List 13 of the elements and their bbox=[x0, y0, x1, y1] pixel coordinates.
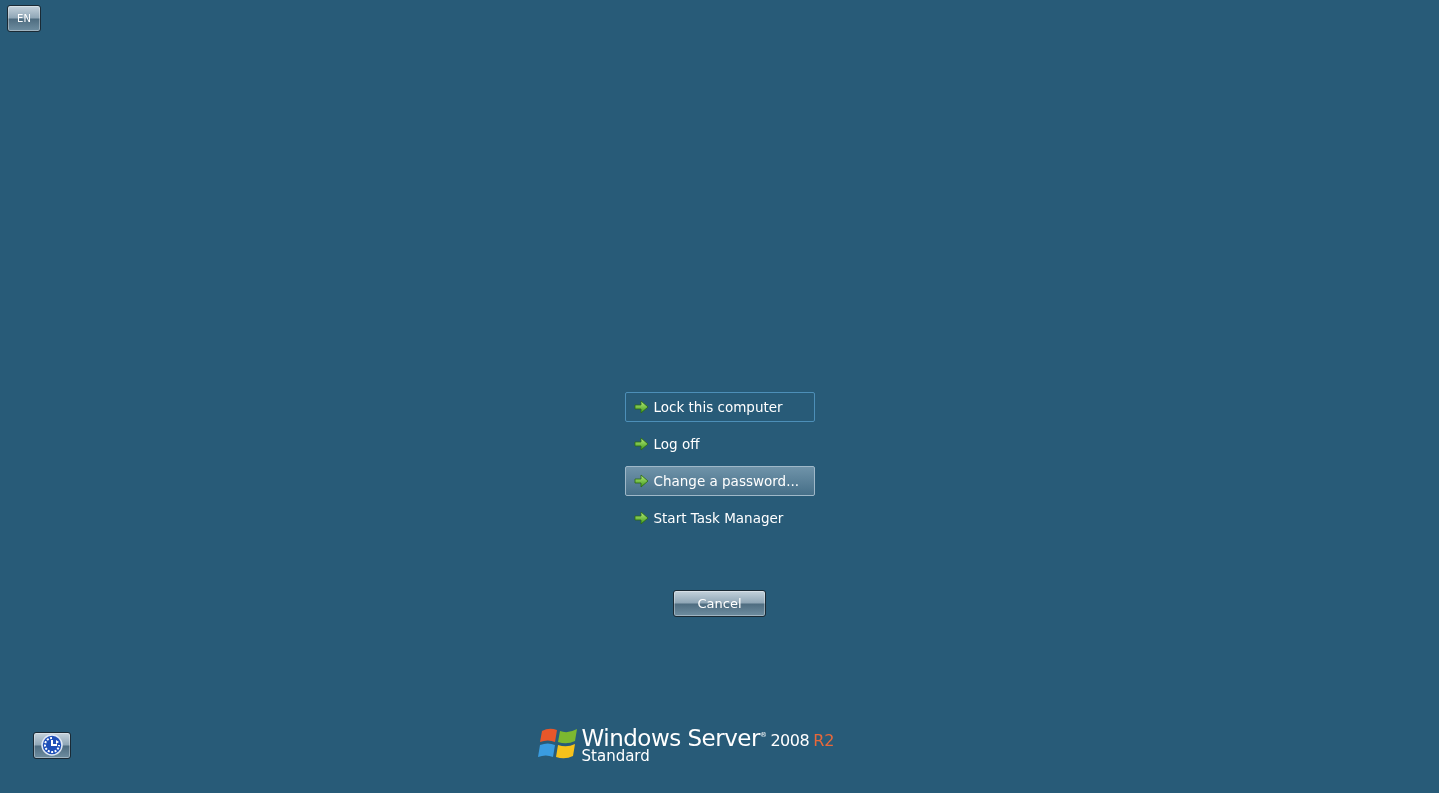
arrow-icon bbox=[633, 437, 649, 451]
menu-option[interactable]: Change a password... bbox=[624, 466, 815, 496]
version-number: 2008 bbox=[770, 731, 810, 750]
cancel-button[interactable]: Cancel bbox=[673, 590, 766, 617]
menu-option[interactable]: Log off bbox=[624, 429, 815, 459]
menu-option[interactable]: Start Task Manager bbox=[624, 503, 815, 533]
menu-option[interactable]: Lock this computer bbox=[624, 392, 815, 422]
edition-name: Standard bbox=[581, 747, 651, 765]
ease-of-access-button[interactable] bbox=[33, 731, 71, 759]
arrow-icon bbox=[633, 474, 649, 488]
arrow-icon bbox=[633, 400, 649, 414]
arrow-icon bbox=[633, 511, 649, 525]
release-label: R2 bbox=[813, 731, 835, 750]
